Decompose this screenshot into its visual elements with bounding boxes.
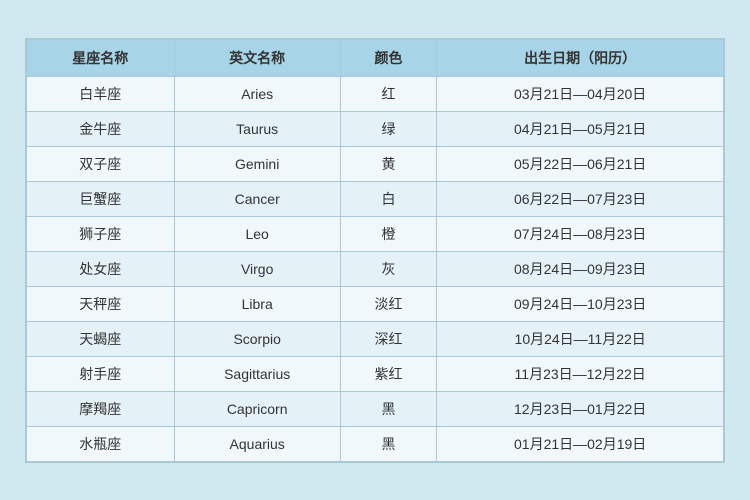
cell-row2-col3: 05月22日—06月21日 bbox=[437, 146, 724, 181]
header-chinese-name: 星座名称 bbox=[27, 39, 175, 76]
table-row: 狮子座Leo橙07月24日—08月23日 bbox=[27, 216, 724, 251]
cell-row2-col2: 黄 bbox=[340, 146, 437, 181]
cell-row7-col2: 深红 bbox=[340, 321, 437, 356]
cell-row1-col3: 04月21日—05月21日 bbox=[437, 111, 724, 146]
table-row: 水瓶座Aquarius黑01月21日—02月19日 bbox=[27, 426, 724, 461]
cell-row10-col0: 水瓶座 bbox=[27, 426, 175, 461]
cell-row7-col0: 天蝎座 bbox=[27, 321, 175, 356]
cell-row10-col1: Aquarius bbox=[174, 426, 340, 461]
cell-row4-col0: 狮子座 bbox=[27, 216, 175, 251]
header-english-name: 英文名称 bbox=[174, 39, 340, 76]
table-row: 摩羯座Capricorn黑12月23日—01月22日 bbox=[27, 391, 724, 426]
cell-row3-col2: 白 bbox=[340, 181, 437, 216]
zodiac-table-container: 星座名称 英文名称 颜色 出生日期（阳历） 白羊座Aries红03月21日—04… bbox=[25, 38, 725, 463]
table-row: 金牛座Taurus绿04月21日—05月21日 bbox=[27, 111, 724, 146]
table-row: 射手座Sagittarius紫红11月23日—12月22日 bbox=[27, 356, 724, 391]
cell-row5-col3: 08月24日—09月23日 bbox=[437, 251, 724, 286]
cell-row0-col3: 03月21日—04月20日 bbox=[437, 76, 724, 111]
cell-row10-col3: 01月21日—02月19日 bbox=[437, 426, 724, 461]
cell-row1-col2: 绿 bbox=[340, 111, 437, 146]
table-row: 巨蟹座Cancer白06月22日—07月23日 bbox=[27, 181, 724, 216]
table-row: 白羊座Aries红03月21日—04月20日 bbox=[27, 76, 724, 111]
cell-row5-col1: Virgo bbox=[174, 251, 340, 286]
cell-row0-col2: 红 bbox=[340, 76, 437, 111]
cell-row4-col1: Leo bbox=[174, 216, 340, 251]
cell-row6-col3: 09月24日—10月23日 bbox=[437, 286, 724, 321]
cell-row7-col1: Scorpio bbox=[174, 321, 340, 356]
cell-row9-col2: 黑 bbox=[340, 391, 437, 426]
cell-row2-col0: 双子座 bbox=[27, 146, 175, 181]
cell-row8-col1: Sagittarius bbox=[174, 356, 340, 391]
cell-row5-col2: 灰 bbox=[340, 251, 437, 286]
cell-row0-col0: 白羊座 bbox=[27, 76, 175, 111]
cell-row3-col0: 巨蟹座 bbox=[27, 181, 175, 216]
cell-row9-col1: Capricorn bbox=[174, 391, 340, 426]
cell-row6-col1: Libra bbox=[174, 286, 340, 321]
cell-row9-col3: 12月23日—01月22日 bbox=[437, 391, 724, 426]
cell-row6-col2: 淡红 bbox=[340, 286, 437, 321]
header-color: 颜色 bbox=[340, 39, 437, 76]
cell-row3-col3: 06月22日—07月23日 bbox=[437, 181, 724, 216]
cell-row8-col3: 11月23日—12月22日 bbox=[437, 356, 724, 391]
table-row: 天蝎座Scorpio深红10月24日—11月22日 bbox=[27, 321, 724, 356]
cell-row8-col0: 射手座 bbox=[27, 356, 175, 391]
cell-row9-col0: 摩羯座 bbox=[27, 391, 175, 426]
table-row: 处女座Virgo灰08月24日—09月23日 bbox=[27, 251, 724, 286]
table-row: 双子座Gemini黄05月22日—06月21日 bbox=[27, 146, 724, 181]
cell-row2-col1: Gemini bbox=[174, 146, 340, 181]
cell-row4-col2: 橙 bbox=[340, 216, 437, 251]
table-body: 白羊座Aries红03月21日—04月20日金牛座Taurus绿04月21日—0… bbox=[27, 76, 724, 461]
cell-row8-col2: 紫红 bbox=[340, 356, 437, 391]
cell-row7-col3: 10月24日—11月22日 bbox=[437, 321, 724, 356]
table-row: 天秤座Libra淡红09月24日—10月23日 bbox=[27, 286, 724, 321]
cell-row1-col1: Taurus bbox=[174, 111, 340, 146]
cell-row6-col0: 天秤座 bbox=[27, 286, 175, 321]
cell-row4-col3: 07月24日—08月23日 bbox=[437, 216, 724, 251]
cell-row1-col0: 金牛座 bbox=[27, 111, 175, 146]
cell-row10-col2: 黑 bbox=[340, 426, 437, 461]
cell-row3-col1: Cancer bbox=[174, 181, 340, 216]
cell-row0-col1: Aries bbox=[174, 76, 340, 111]
zodiac-table: 星座名称 英文名称 颜色 出生日期（阳历） 白羊座Aries红03月21日—04… bbox=[26, 39, 724, 462]
cell-row5-col0: 处女座 bbox=[27, 251, 175, 286]
header-date: 出生日期（阳历） bbox=[437, 39, 724, 76]
table-header-row: 星座名称 英文名称 颜色 出生日期（阳历） bbox=[27, 39, 724, 76]
